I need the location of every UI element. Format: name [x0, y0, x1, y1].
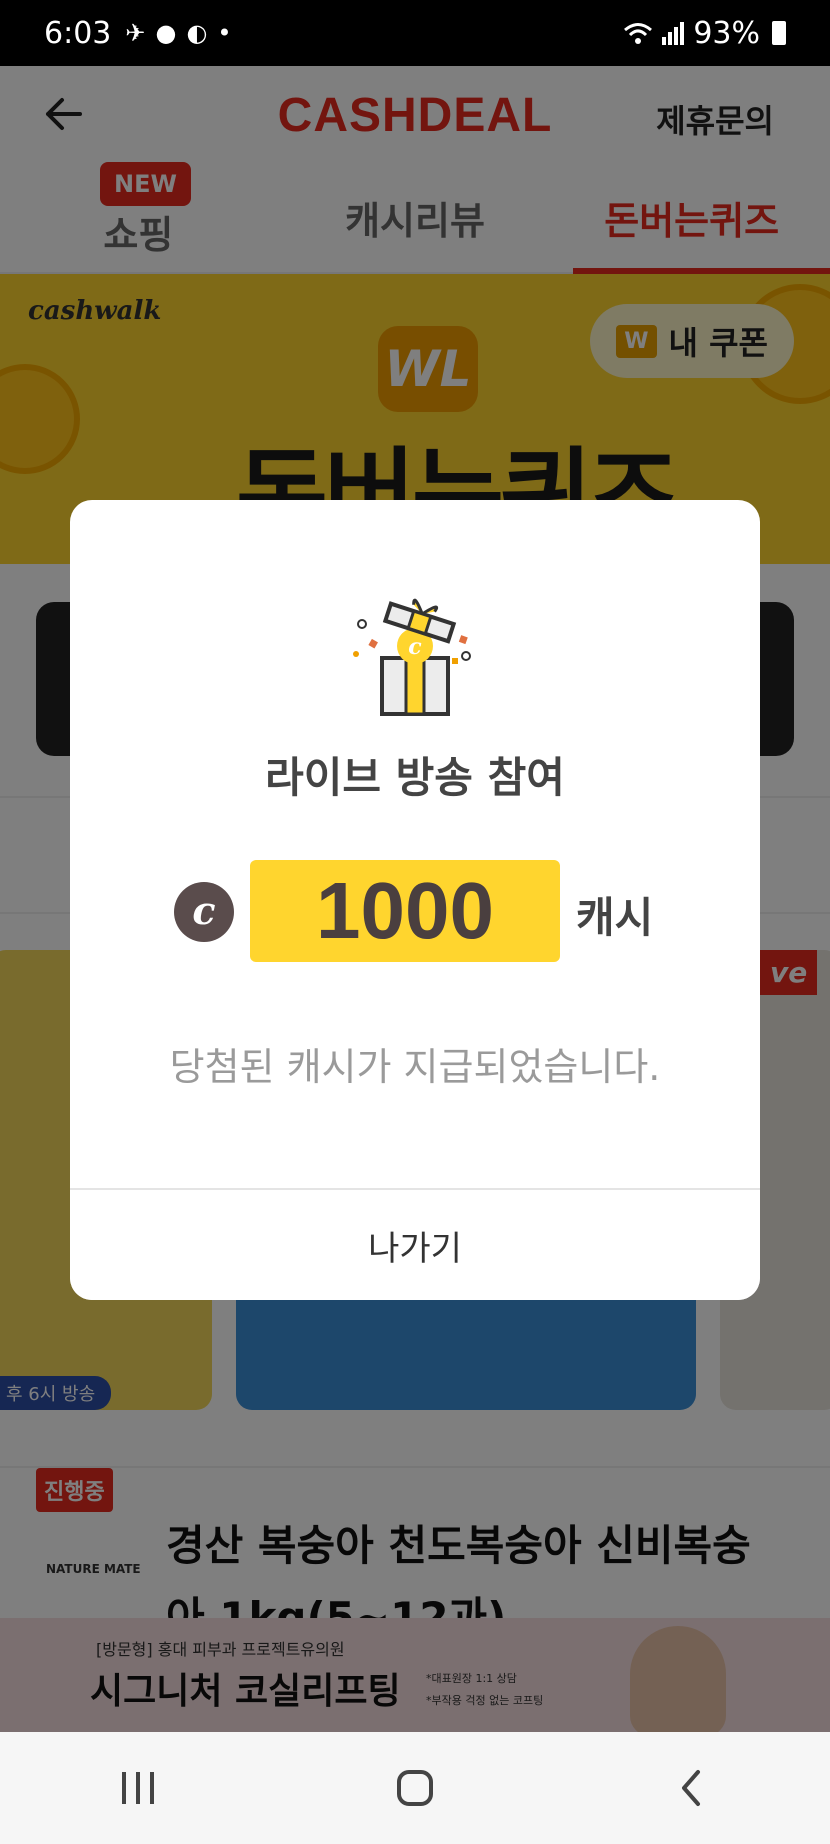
reward-unit: 캐시: [576, 893, 654, 942]
home-icon: [396, 1770, 433, 1806]
reward-dialog: c 라이브 방송 참여 c 1000 캐시 당첨된 캐시가 지급되었습니다. 나…: [70, 500, 760, 1300]
reward-amount-row: c 1000 캐시: [70, 860, 760, 962]
recent-apps-button[interactable]: [78, 1748, 198, 1828]
dialog-message: 당첨된 캐시가 지급되었습니다.: [169, 1045, 661, 1089]
dialog-title: 라이브 방송 참여: [265, 753, 565, 802]
cash-coin-icon: c: [174, 882, 234, 942]
status-bar: 6:03 ✈ ● ◐ • 93%: [0, 0, 830, 66]
exit-button[interactable]: 나가기: [70, 1190, 760, 1300]
dot-icon: •: [217, 19, 232, 47]
status-time: 6:03: [44, 15, 112, 51]
gift-box-icon: c: [353, 598, 471, 716]
battery-percent: 93%: [693, 15, 760, 51]
signal-icon: [662, 22, 685, 45]
pill-icon: ●: [155, 19, 177, 47]
system-nav-bar: [0, 1732, 830, 1844]
app-icon: ◐: [186, 19, 208, 47]
reward-amount: 1000: [250, 860, 560, 962]
recent-apps-icon: [122, 1772, 155, 1804]
home-button[interactable]: [355, 1748, 475, 1828]
back-button[interactable]: [632, 1748, 752, 1828]
wifi-icon: [624, 23, 653, 44]
paper-plane-icon: ✈: [125, 19, 146, 47]
svg-text:c: c: [408, 634, 422, 660]
back-icon: [681, 1770, 700, 1806]
battery-icon: [772, 21, 786, 45]
status-right: 93%: [623, 16, 786, 51]
